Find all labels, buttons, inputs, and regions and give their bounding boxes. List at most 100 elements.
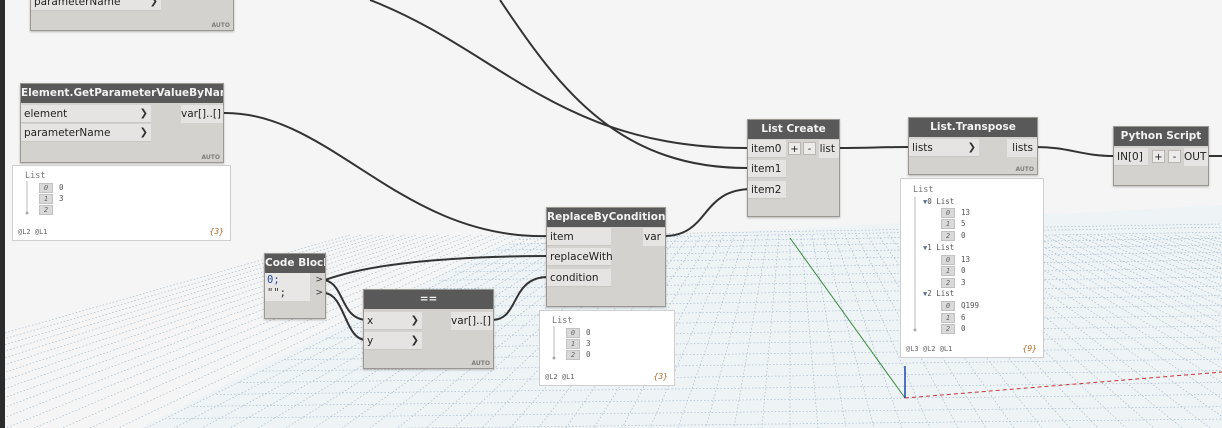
port-label: item	[550, 231, 574, 243]
output-port-var[interactable]: var[]..[]	[181, 105, 223, 123]
dynamo-canvas[interactable]: parameterName ❯ AUTO Element.GetParamete…	[0, 0, 1222, 428]
port-label: var	[644, 231, 661, 243]
input-port-replacewith[interactable]: replaceWith	[547, 248, 613, 266]
watch-item: 2	[39, 205, 59, 215]
watch-item: 13	[39, 194, 64, 204]
node-title: List.Transpose	[909, 118, 1037, 137]
watch-item: 23	[941, 278, 966, 288]
node-title: ReplaceByCondition	[547, 208, 665, 227]
input-port-element[interactable]: element ❯	[21, 105, 151, 123]
input-port-item2[interactable]: item2	[748, 181, 786, 199]
watch-group: ▼2 List	[923, 289, 955, 298]
output-port-var[interactable]: var[]..[]	[451, 312, 493, 330]
output-port-list[interactable]: list	[819, 140, 839, 158]
port-label: parameterName	[24, 127, 111, 139]
code-line-2: "";	[267, 287, 286, 299]
chevron-right-icon: ❯	[410, 315, 419, 326]
input-port-item[interactable]: item	[547, 228, 611, 246]
watch-item: 0 13	[941, 255, 970, 265]
watch-title: List	[25, 171, 46, 181]
watch-group: ▼0 List	[923, 197, 955, 206]
watch-item: 20	[941, 324, 966, 334]
port-label: parameterName	[34, 0, 121, 8]
watch-item: 13	[566, 339, 591, 349]
tree-line	[25, 181, 29, 215]
input-port-y[interactable]: y ❯	[364, 332, 422, 350]
output-port-var[interactable]: var	[643, 228, 665, 246]
watch-transpose[interactable]: List ▼0 List 0 13 15 20 ▼1 List 0 13 10 23…	[900, 178, 1044, 358]
port-label: y	[367, 335, 374, 347]
port-parametername-top[interactable]: parameterName ❯	[31, 0, 161, 11]
node-title: List Create	[748, 120, 839, 139]
watch-levels: @L2 @L1	[18, 228, 48, 236]
node-title: Python Script	[1114, 127, 1208, 146]
chevron-right-icon: ❯	[139, 108, 148, 119]
port-label: item0	[751, 143, 782, 155]
top-node[interactable]: parameterName ❯ AUTO	[30, 0, 234, 31]
port-label: replaceWith	[550, 251, 613, 263]
chevron-right-icon: ❯	[967, 142, 976, 153]
watch-group: ▼1 List	[923, 243, 955, 252]
list-transpose-node[interactable]: List.Transpose lists ❯ lists AUTO	[908, 117, 1038, 175]
watch-item: 20	[941, 231, 966, 241]
output-port-out[interactable]: OUT	[1184, 148, 1208, 166]
lacing-label: AUTO	[211, 22, 230, 29]
port-label: lists	[1012, 142, 1033, 154]
output-port-1[interactable]: >	[315, 275, 323, 285]
watch-item: 00	[566, 328, 591, 338]
watch-count: {3}	[653, 372, 668, 381]
getparameter-node[interactable]: Element.GetParameterValueByName element …	[20, 83, 224, 163]
port-label: list	[819, 143, 835, 155]
watch-item: 0 13	[941, 208, 970, 218]
watch-item: 20	[566, 350, 591, 360]
code-block-node[interactable]: Code Block 0; ""; > >	[264, 253, 326, 319]
left-wire-bundle	[0, 0, 5, 428]
code-editor[interactable]: 0; "";	[265, 273, 310, 301]
watch-item: 0 Q199	[941, 301, 979, 311]
input-port-parametername[interactable]: parameterName ❯	[21, 124, 151, 142]
watch-count: {3}	[209, 227, 224, 236]
input-port-lists[interactable]: lists ❯	[909, 139, 979, 157]
lacing-label: AUTO	[201, 154, 220, 161]
output-port-2[interactable]: >	[315, 288, 323, 298]
input-port-x[interactable]: x ❯	[364, 312, 422, 330]
port-label: condition	[550, 272, 599, 284]
watch-item: 15	[941, 219, 966, 229]
chevron-right-icon: ❯	[149, 0, 158, 7]
node-title: Element.GetParameterValueByName	[21, 84, 223, 103]
input-port-item0[interactable]: item0	[748, 140, 786, 158]
lacing-label: AUTO	[471, 360, 490, 367]
port-label: var[]..[]	[181, 108, 222, 120]
tree-line	[913, 197, 917, 332]
input-port-item1[interactable]: item1	[748, 160, 786, 178]
port-label: lists	[912, 142, 933, 154]
input-port-in0[interactable]: IN[0]	[1114, 148, 1148, 166]
list-create-node[interactable]: List Create item0 + - list item1 item2	[747, 119, 840, 217]
watch-item: 16	[941, 313, 966, 323]
watch-replace[interactable]: List 00 13 20 @L2 @L1 {3}	[539, 310, 675, 386]
chevron-right-icon: ❯	[410, 335, 419, 346]
watch-getparameter[interactable]: List 00 13 2 @L2 @L1 {3}	[12, 165, 231, 241]
watch-item: 10	[941, 266, 966, 276]
python-script-node[interactable]: Python Script IN[0] + - OUT	[1113, 126, 1209, 186]
add-input-button[interactable]: +	[1152, 150, 1165, 163]
add-input-button[interactable]: +	[788, 142, 801, 155]
watch-levels: @L3 @L2 @L1	[906, 345, 953, 353]
output-port-lists[interactable]: lists	[1007, 139, 1037, 157]
tree-line	[552, 326, 556, 360]
lacing-label: AUTO	[1015, 166, 1034, 173]
port-label: x	[367, 315, 374, 327]
input-port-condition[interactable]: condition	[547, 269, 611, 287]
node-title: Code Block	[265, 254, 325, 273]
watch-title: List	[913, 185, 934, 195]
node-title: ==	[364, 290, 493, 309]
remove-input-button[interactable]: -	[1168, 150, 1181, 163]
watch-levels: @L2 @L1	[545, 373, 575, 381]
replace-by-condition-node[interactable]: ReplaceByCondition item var replaceWith …	[546, 207, 666, 307]
equals-node[interactable]: == x ❯ y ❯ var[]..[] AUTO	[363, 289, 494, 369]
remove-input-button[interactable]: -	[803, 142, 816, 155]
port-label: OUT	[1184, 151, 1207, 163]
port-label: item2	[751, 184, 782, 196]
port-label: IN[0]	[1117, 151, 1143, 163]
port-label: item1	[751, 163, 782, 175]
